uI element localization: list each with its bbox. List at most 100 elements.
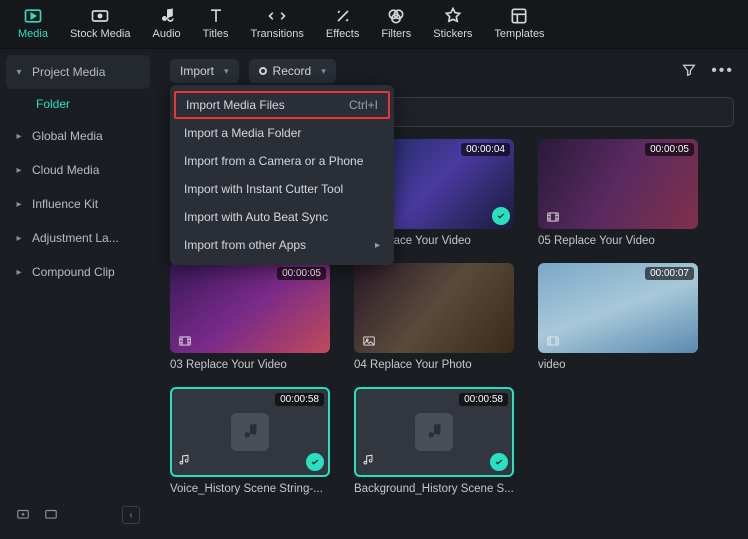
titles-icon xyxy=(205,6,227,26)
folder-icon[interactable] xyxy=(44,507,58,524)
import-label: Import xyxy=(180,64,214,78)
card-label: 03 Replace Your Video xyxy=(170,359,330,371)
templates-icon xyxy=(508,6,530,26)
nav-templates[interactable]: Templates xyxy=(494,6,544,40)
nav-label: Templates xyxy=(494,28,544,40)
dd-label: Import from a Camera or a Phone xyxy=(184,154,363,168)
nav-effects[interactable]: Effects xyxy=(326,6,359,40)
chevron-right-icon: ▸ xyxy=(14,199,24,210)
media-card[interactable]: 00:00:07video xyxy=(538,263,698,371)
filter-icon[interactable] xyxy=(681,62,697,81)
dd-label: Import Media Files xyxy=(186,98,285,112)
top-nav: Media Stock Media Audio Titles Transitio… xyxy=(0,0,748,49)
thumbnail[interactable]: 00:00:07 xyxy=(538,263,698,353)
nav-media[interactable]: Media xyxy=(18,6,48,40)
sidebar-child-folder[interactable]: Folder xyxy=(6,89,150,119)
sidebar: ▾ Project Media Folder ▸ Global Media ▸ … xyxy=(0,49,156,532)
sidebar-item-adjustment-layer[interactable]: ▸ Adjustment La... xyxy=(6,221,150,255)
media-card[interactable]: 04 Replace Your Photo xyxy=(354,263,514,371)
toolbar: Import ▾ Record ▾ ••• xyxy=(170,57,734,85)
dd-import-instant-cutter[interactable]: Import with Instant Cutter Tool xyxy=(170,175,394,203)
film-icon xyxy=(542,209,564,225)
chevron-right-icon: ▸ xyxy=(375,240,380,251)
chevron-right-icon: ▸ xyxy=(14,131,24,142)
music-note-icon xyxy=(231,413,269,451)
dd-import-media-files[interactable]: Import Media Files Ctrl+I xyxy=(174,91,390,119)
sidebar-item-label: Adjustment La... xyxy=(32,231,119,245)
duration-badge: 00:00:58 xyxy=(275,393,324,406)
chevron-down-icon: ▾ xyxy=(14,67,24,78)
media-card[interactable]: 00:00:05 05 Replace Your Video xyxy=(538,139,698,247)
nav-label: Transitions xyxy=(251,28,304,40)
dd-label: Import with Instant Cutter Tool xyxy=(184,182,343,196)
dd-label: Import from other Apps xyxy=(184,238,306,252)
card-label: 04 Replace Your Photo xyxy=(354,359,514,371)
main-panel: Import ▾ Record ▾ ••• Import Media Files… xyxy=(156,49,748,532)
chevron-right-icon: ▸ xyxy=(14,233,24,244)
duration-badge: 00:00:07 xyxy=(645,267,694,280)
check-icon xyxy=(306,453,324,471)
sidebar-item-label: Influence Kit xyxy=(32,197,98,211)
dd-label: Import with Auto Beat Sync xyxy=(184,210,328,224)
sidebar-item-label: Global Media xyxy=(32,129,103,143)
nav-transitions[interactable]: Transitions xyxy=(251,6,304,40)
dd-import-other-apps[interactable]: Import from other Apps ▸ xyxy=(170,231,394,259)
media-card[interactable]: 00:00:05 03 Replace Your Video xyxy=(170,263,330,371)
nav-label: Media xyxy=(18,28,48,40)
nav-label: Filters xyxy=(381,28,411,40)
record-label: Record xyxy=(273,64,312,78)
media-card[interactable]: 00:00:58 Voice_History Scene String-... xyxy=(170,387,330,495)
sidebar-bottom: ‹ xyxy=(6,498,150,532)
chevron-down-icon: ▾ xyxy=(224,66,229,77)
stickers-icon xyxy=(442,6,464,26)
dd-import-media-folder[interactable]: Import a Media Folder xyxy=(170,119,394,147)
check-icon xyxy=(492,207,510,225)
sidebar-item-cloud-media[interactable]: ▸ Cloud Media xyxy=(6,153,150,187)
effects-icon xyxy=(332,6,354,26)
nav-titles[interactable]: Titles xyxy=(203,6,229,40)
sidebar-item-compound-clip[interactable]: ▸ Compound Clip xyxy=(6,255,150,289)
dd-import-camera-phone[interactable]: Import from a Camera or a Phone xyxy=(170,147,394,175)
nav-stickers[interactable]: Stickers xyxy=(433,6,472,40)
dd-shortcut: Ctrl+I xyxy=(349,98,378,112)
music-note-icon xyxy=(415,413,453,451)
audio-icon xyxy=(156,6,178,26)
card-label: Background_History Scene S... xyxy=(354,483,514,495)
thumbnail[interactable]: 00:00:05 xyxy=(538,139,698,229)
transitions-icon xyxy=(266,6,288,26)
sidebar-item-label: Project Media xyxy=(32,65,105,79)
check-icon xyxy=(490,453,508,471)
sidebar-item-label: Compound Clip xyxy=(32,265,115,279)
audio-icon xyxy=(176,452,192,471)
card-label: 05 Replace Your Video xyxy=(538,235,698,247)
thumbnail[interactable] xyxy=(354,263,514,353)
nav-label: Stickers xyxy=(433,28,472,40)
nav-filters[interactable]: Filters xyxy=(381,6,411,40)
chevron-right-icon: ▸ xyxy=(14,267,24,278)
dd-label: Import a Media Folder xyxy=(184,126,301,140)
sidebar-item-label: Cloud Media xyxy=(32,163,99,177)
record-button[interactable]: Record ▾ xyxy=(249,59,336,83)
collapse-sidebar-button[interactable]: ‹ xyxy=(122,506,140,524)
duration-badge: 00:00:05 xyxy=(277,267,326,280)
more-icon[interactable]: ••• xyxy=(711,62,734,80)
nav-label: Titles xyxy=(203,28,229,40)
nav-audio[interactable]: Audio xyxy=(153,6,181,40)
sidebar-item-influence-kit[interactable]: ▸ Influence Kit xyxy=(6,187,150,221)
thumbnail[interactable]: 00:00:58 xyxy=(170,387,330,477)
thumbnail[interactable]: 00:00:05 xyxy=(170,263,330,353)
film-icon xyxy=(174,333,196,349)
filters-icon xyxy=(385,6,407,26)
sidebar-item-global-media[interactable]: ▸ Global Media xyxy=(6,119,150,153)
sidebar-item-project-media[interactable]: ▾ Project Media xyxy=(6,55,150,89)
new-folder-icon[interactable] xyxy=(16,507,30,524)
card-label: Voice_History Scene String-... xyxy=(170,483,330,495)
import-button[interactable]: Import ▾ xyxy=(170,59,239,83)
import-dropdown: Import Media Files Ctrl+I Import a Media… xyxy=(170,85,394,265)
nav-label: Stock Media xyxy=(70,28,131,40)
thumbnail[interactable]: 00:00:58 xyxy=(354,387,514,477)
media-card[interactable]: 00:00:58 Background_History Scene S... xyxy=(354,387,514,495)
nav-stock-media[interactable]: Stock Media xyxy=(70,6,131,40)
dd-import-auto-beat[interactable]: Import with Auto Beat Sync xyxy=(170,203,394,231)
audio-icon xyxy=(360,452,376,471)
